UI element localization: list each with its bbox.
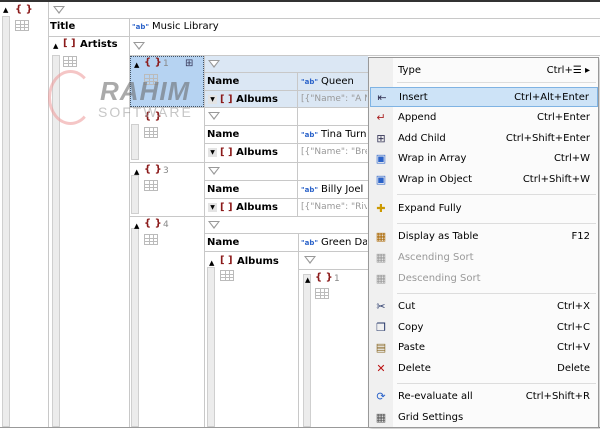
array-icon: [ ] [220,255,233,266]
name-key: Name [207,129,240,140]
menu-item-insert[interactable]: ⇤ Insert Ctrl+Alt+Enter [370,87,598,107]
sort-desc-icon: ▦ [375,272,387,285]
collapse-arrow-icon[interactable]: ▲ [3,6,8,14]
title-key: Title [50,21,76,32]
collapse-arrow-icon[interactable]: ▲ [209,259,214,267]
object-icon: { } [315,272,333,283]
menu-item-grid-settings[interactable]: ▦ Grid Settings [370,408,598,428]
collapse-arrow-icon[interactable]: ▲ [305,276,310,284]
menu-item-cut[interactable]: ✂ Cut Ctrl+X [370,297,598,317]
menu-item-wrap-object[interactable]: ▣ Wrap in Object Ctrl+Shift+W [370,170,598,190]
menu-item-reevaluate[interactable]: ⟳ Re-evaluate all Ctrl+Shift+R [370,387,598,407]
collapse-arrow-icon[interactable]: ▲ [134,61,139,69]
filter-icon[interactable] [133,42,145,50]
top-border [0,0,600,2]
albums-key[interactable]: ▼[ ] Albums [208,147,278,158]
artists-collapse-bar[interactable] [52,55,60,427]
table-view-icon[interactable] [15,20,29,31]
menu-item-append[interactable]: ↵ Append Ctrl+Enter [370,108,598,128]
insert-icon: ⇤ [377,91,387,104]
copy-icon: ❐ [376,321,386,334]
title-value[interactable]: "ab" Music Library [132,21,219,32]
item-collapse-bar[interactable] [131,124,139,160]
filter-icon[interactable] [208,112,220,120]
menu-item-copy[interactable]: ❐ Copy Ctrl+C [370,318,598,338]
name-key: Name [207,76,240,87]
delete-icon: ✕ [376,362,386,375]
menu-item-wrap-array[interactable]: ▣ Wrap in Array Ctrl+W [370,149,598,169]
menu-item-expand-fully[interactable]: ✚ Expand Fully [370,199,598,219]
collapse-arrow-icon[interactable]: ▲ [53,42,58,50]
reevaluate-icon: ⟳ [376,390,386,403]
scissors-icon: ✂ [376,300,386,313]
sort-asc-icon: ▦ [375,251,387,264]
albums-preview[interactable]: [{"Name": "Rive [301,202,367,212]
name-value[interactable]: "ab"Green Day [301,237,367,248]
name-value[interactable]: "ab" Queen [301,76,367,87]
item-index: 1 [163,59,169,69]
table-view-icon[interactable] [63,56,77,67]
name-value[interactable]: "ab"Tina Turner [301,129,367,140]
filter-icon[interactable] [208,60,220,68]
table-view-icon[interactable] [144,180,158,191]
object-icon: { } [144,111,162,122]
item-collapse-bar[interactable] [131,228,139,427]
artists-key: Artists [80,39,118,50]
expand-icon: ✚ [376,202,386,215]
albums-preview[interactable]: [{"Name": "Brea [301,147,367,157]
item-index: 1 [334,274,340,284]
albums-key: Albums [237,256,279,267]
item-index: 3 [163,166,169,176]
table-view-icon[interactable] [144,74,158,85]
item-collapse-bar[interactable] [131,175,139,214]
item-index: 4 [163,220,169,230]
filter-icon[interactable] [53,6,65,14]
wrap-object-icon: ▣ [375,173,387,186]
name-value[interactable]: "ab" Billy Joel [301,184,367,195]
menu-item-type[interactable]: Type Ctrl+☰ ▸ [370,61,598,81]
table-view-icon[interactable] [315,288,329,299]
collapse-arrow-icon[interactable]: ▲ [134,222,139,230]
object-icon: { } [144,57,162,68]
object-icon: { } [15,4,33,15]
table-view-icon[interactable] [144,234,158,245]
root-collapse-bar[interactable] [2,16,10,427]
append-icon: ↵ [376,111,386,124]
array-icon: [ ] [63,38,76,49]
grid-settings-icon: ▦ [375,411,387,424]
menu-item-paste[interactable]: ▤ Paste Ctrl+V [370,338,598,358]
menu-item-display-table[interactable]: ▦ Display as Table F12 [370,227,598,247]
albums-key[interactable]: ▼[ ] Albums [208,202,278,213]
add-child-icon[interactable]: ⊞ [185,58,193,69]
object-icon: { } [144,218,162,229]
menu-item-descending-sort[interactable]: ▦ Descending Sort [370,269,598,289]
name-key: Name [207,184,240,195]
paste-icon: ▤ [375,341,387,354]
menu-item-ascending-sort[interactable]: ▦ Ascending Sort [370,248,598,268]
album-item-collapse-bar[interactable] [303,274,311,427]
menu-item-add-child[interactable]: ⊞ Add Child Ctrl+Shift+Enter [370,129,598,149]
add-child-icon: ⊞ [376,132,386,145]
object-icon: { } [144,164,162,175]
context-menu: Type Ctrl+☰ ▸ ⇤ Insert Ctrl+Alt+Enter ↵ Appe… [368,57,599,428]
filter-icon[interactable] [304,256,316,264]
table-view-icon[interactable] [144,127,158,138]
wrap-array-icon: ▣ [375,152,387,165]
albums-key[interactable]: ▼[ ] Albums [208,94,278,105]
table-view-icon[interactable] [220,270,234,281]
table-icon: ▦ [375,230,387,243]
albums-preview[interactable]: [{"Name": "A N [301,94,367,104]
filter-icon[interactable] [208,221,220,229]
albums-collapse-bar[interactable] [207,267,215,427]
collapse-arrow-icon[interactable]: ▲ [134,168,139,176]
filter-icon[interactable] [208,167,220,175]
name-key: Name [207,237,240,248]
menu-item-delete[interactable]: ✕ Delete Delete [370,359,598,379]
